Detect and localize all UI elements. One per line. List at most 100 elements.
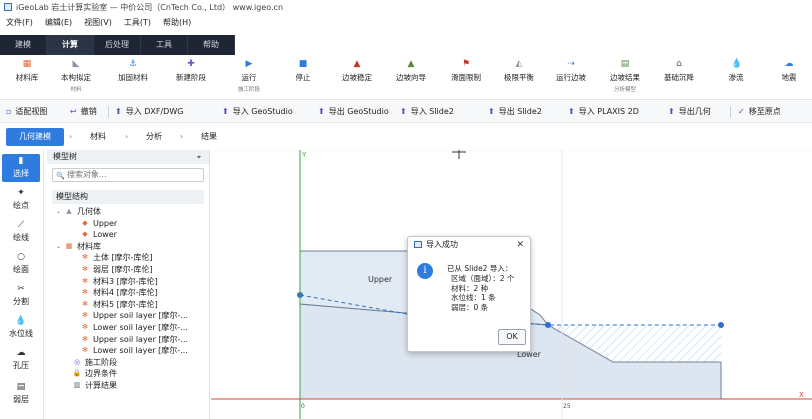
tree-node-icon: ✻ bbox=[82, 253, 88, 262]
search-placeholder: 搜索对象... bbox=[67, 170, 107, 179]
droplet-icon: 💧 bbox=[15, 316, 27, 326]
ribbon-button-2[interactable]: ⚓ 加固材料 bbox=[110, 60, 156, 83]
ribbon-button-14[interactable]: ☁ 地震 bbox=[766, 60, 812, 83]
menu-help[interactable]: 帮助(H) bbox=[157, 17, 197, 28]
add-stage-icon: ✚ bbox=[187, 59, 195, 69]
ribbon-button-12[interactable]: ⌂ 基础沉降 bbox=[656, 60, 702, 83]
menu-view[interactable]: 视图(V) bbox=[78, 17, 118, 28]
tree-node-label: Lower soil layer [摩尔-... bbox=[93, 322, 188, 332]
cloud-icon: ☁ bbox=[16, 348, 26, 358]
tree-node[interactable]: ✻ 材料3 [摩尔-库伦] bbox=[52, 276, 204, 288]
tree-node[interactable]: ◎ 施工阶段 bbox=[52, 357, 204, 369]
quickbar-button-3[interactable]: ⬆ 导入 GeoStudio bbox=[222, 106, 293, 117]
model-tree-header: 模型树 ⌖ bbox=[47, 150, 209, 164]
ribbon-button-4[interactable]: ▶ 运行 施工阶段 bbox=[226, 60, 272, 94]
ribbon-button-label: 滑面限制 bbox=[451, 73, 481, 82]
quickbar-button-8[interactable]: ⬆ 导出几何 bbox=[668, 106, 711, 117]
tree-node[interactable]: ⌄ ▲ 几何体 bbox=[52, 206, 204, 218]
slope-stability-icon: ▲ bbox=[353, 59, 361, 69]
tab-3[interactable]: 工具 bbox=[141, 35, 188, 55]
quickbar-button-9[interactable]: ✓ 移至原点 bbox=[738, 106, 781, 117]
ribbon-button-7[interactable]: ▲ 边坡向导 bbox=[388, 60, 434, 83]
x-axis-label: X bbox=[799, 391, 804, 399]
tree-node[interactable]: ✻ Lower soil layer [摩尔-... bbox=[52, 345, 204, 357]
tree-node-label: Lower soil layer [摩尔-... bbox=[93, 346, 188, 356]
tree-node-label: 弱层 [摩尔-库伦] bbox=[93, 264, 153, 274]
select-tool[interactable]: ▮ 选择 bbox=[2, 154, 40, 182]
tab-4[interactable]: 帮助 bbox=[188, 35, 235, 55]
toolbar-separator bbox=[730, 106, 731, 118]
ribbon-button-3[interactable]: ✚ 新建阶段 bbox=[168, 60, 214, 83]
split-tool[interactable]: ✂ 分割 bbox=[2, 284, 40, 307]
water-table-vertex[interactable] bbox=[545, 322, 551, 328]
chevron-down-icon[interactable]: ⌄ bbox=[56, 241, 64, 253]
tree-node[interactable]: ✻ Upper soil layer [摩尔-... bbox=[52, 334, 204, 346]
ok-button[interactable]: OK bbox=[498, 329, 526, 345]
tree-node-label: 施工阶段 bbox=[85, 357, 117, 367]
tab-2[interactable]: 后处理 bbox=[94, 35, 141, 55]
tree-node-icon: ✻ bbox=[82, 322, 88, 331]
menu-tools[interactable]: 工具(T) bbox=[118, 17, 157, 28]
water-table-vertex[interactable] bbox=[718, 322, 724, 328]
quickbar-label: 导入 DXF/DWG bbox=[125, 107, 184, 116]
ribbon-button-label: 本构拟定 bbox=[61, 73, 91, 82]
quickbar-button-4[interactable]: ⬆ 导出 GeoStudio bbox=[318, 106, 389, 117]
tab-group: 建模 计算 后处理 工具 帮助 bbox=[0, 35, 235, 55]
quickbar-label: 导出几何 bbox=[678, 107, 711, 116]
tree-node-label: Upper bbox=[93, 218, 118, 228]
tree-node-label: 材料3 [摩尔-库伦] bbox=[93, 276, 158, 286]
step-1[interactable]: 材料 bbox=[83, 128, 113, 146]
tree-node[interactable]: ✻ Lower soil layer [摩尔-... bbox=[52, 322, 204, 334]
pin-icon[interactable]: ⌖ bbox=[197, 150, 201, 164]
quickbar-button-6[interactable]: ⬆ 导出 Slide2 bbox=[488, 106, 542, 117]
quickbar-button-0[interactable]: ▫ 适配视图 bbox=[6, 106, 47, 117]
chevron-down-icon[interactable]: ⌄ bbox=[56, 206, 64, 218]
quickbar-button-2[interactable]: ⬆ 导入 DXF/DWG bbox=[115, 106, 183, 117]
search-icon: 🔍 bbox=[56, 172, 65, 180]
ribbon-button-1[interactable]: ◣ 本构拟定 材料 bbox=[53, 60, 99, 94]
run-slope-icon: ⇢ bbox=[567, 59, 575, 69]
tree-node[interactable]: ▥ 计算结果 bbox=[52, 380, 204, 392]
ribbon-button-8[interactable]: ⚑ 滑面限制 bbox=[443, 60, 489, 83]
step-3[interactable]: 结果 bbox=[194, 128, 224, 146]
tree-node-icon: ▲ bbox=[66, 207, 72, 215]
tab-0[interactable]: 建模 bbox=[0, 35, 47, 55]
ribbon-button-13[interactable]: 💧 渗流 bbox=[713, 60, 759, 83]
tree-node[interactable]: ◆ Upper bbox=[52, 218, 204, 230]
tree-node[interactable]: ✻ 弱层 [摩尔-库伦] bbox=[52, 264, 204, 276]
menu-file[interactable]: 文件(F) bbox=[0, 17, 39, 28]
tree-node[interactable]: ⌄ ▦ 材料库 bbox=[52, 241, 204, 253]
tree-node[interactable]: ◆ Lower bbox=[52, 229, 204, 241]
weak-layer-tool[interactable]: ▤ 弱层 bbox=[2, 382, 40, 405]
ribbon-button-9[interactable]: ◭ 极限平衡 bbox=[496, 60, 542, 83]
pore-pressure-tool[interactable]: ☁ 孔压 bbox=[2, 348, 40, 371]
tab-1[interactable]: 计算 bbox=[47, 35, 94, 55]
window-title: iGeoLab 岩土计算实验室 — 中价公司（CnTech Co., Ltd） … bbox=[16, 2, 284, 12]
line-tool[interactable]: ⟋ 绘线 bbox=[2, 220, 40, 243]
ribbon-button-0[interactable]: ▦ 材料库 bbox=[4, 60, 50, 83]
step-2[interactable]: 分析 bbox=[139, 128, 169, 146]
quickbar-button-5[interactable]: ⬆ 导入 Slide2 bbox=[400, 106, 454, 117]
dialog-line: 已从 Slide2 导入： bbox=[447, 264, 513, 273]
ribbon-button-label: 材料库 bbox=[15, 73, 39, 82]
tree-node-label: 材料4 [摩尔-库伦] bbox=[93, 288, 158, 298]
ribbon-button-10[interactable]: ⇢ 运行边坡 bbox=[548, 60, 594, 83]
ribbon-button-11[interactable]: ▤ 边坡结果 分析模型 bbox=[602, 60, 648, 94]
tree-node[interactable]: ✻ 材料5 [摩尔-库伦] bbox=[52, 299, 204, 311]
quickbar-button-1[interactable]: ↩ 撤销 bbox=[70, 106, 97, 117]
tree-node[interactable]: ✻ 土体 [摩尔-库伦] bbox=[52, 252, 204, 264]
surface-tool[interactable]: ○ 绘面 bbox=[2, 252, 40, 275]
step-0[interactable]: 几何建模 bbox=[6, 128, 64, 146]
model-tree-search[interactable]: 🔍 搜索对象... bbox=[52, 168, 204, 182]
quickbar-label: 移至原点 bbox=[748, 107, 781, 116]
ribbon-button-6[interactable]: ▲ 边坡稳定 bbox=[334, 60, 380, 83]
tree-node[interactable]: 🔒 边界条件 bbox=[52, 368, 204, 380]
close-icon[interactable]: ✕ bbox=[516, 237, 524, 253]
quickbar-button-7[interactable]: ⬆ 导入 PLAXIS 2D bbox=[568, 106, 639, 117]
tree-node[interactable]: ✻ Upper soil layer [摩尔-... bbox=[52, 310, 204, 322]
menu-edit[interactable]: 编辑(E) bbox=[39, 17, 78, 28]
ribbon-button-5[interactable]: ■ 停止 bbox=[280, 60, 326, 83]
tree-node[interactable]: ✻ 材料4 [摩尔-库伦] bbox=[52, 287, 204, 299]
water-line-tool[interactable]: 💧 水位线 bbox=[2, 316, 40, 339]
point-tool[interactable]: ✦ 绘点 bbox=[2, 188, 40, 211]
